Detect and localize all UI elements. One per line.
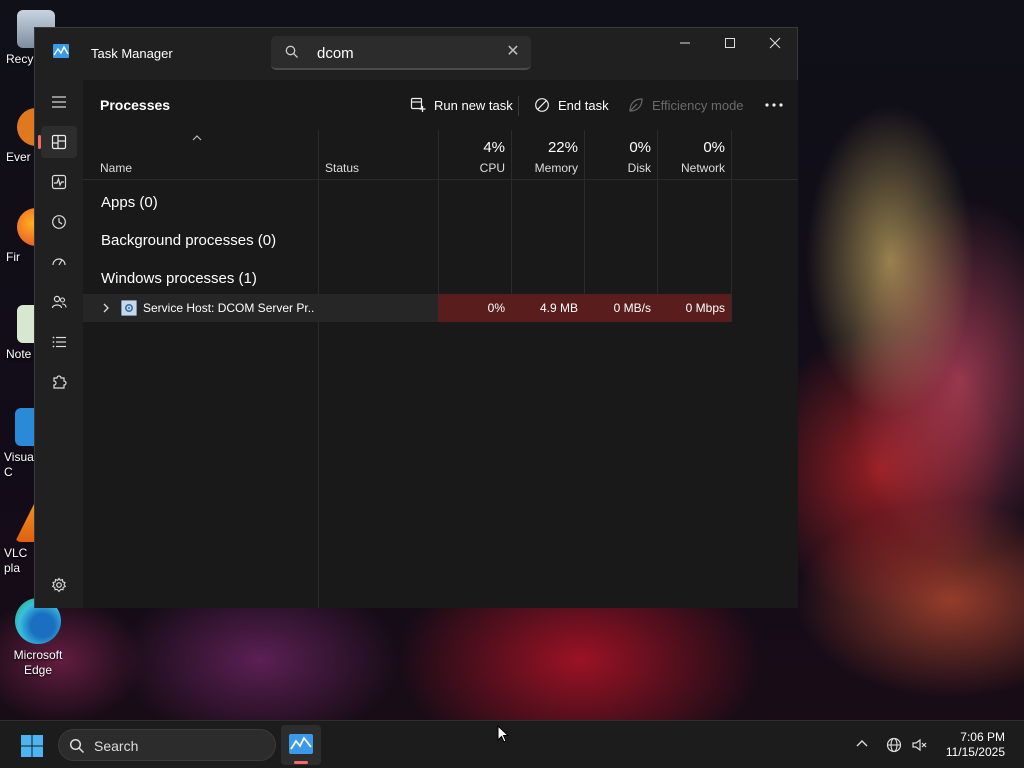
nav-app-history[interactable] [41,206,77,238]
more-horizontal-icon [765,103,783,107]
network-column-label: Network [680,161,725,175]
efficiency-mode-label: Efficiency mode [652,97,744,113]
volume-muted-icon[interactable] [911,737,927,753]
nav-startup-apps[interactable] [41,246,77,278]
taskbar-search-label: Search [94,738,139,754]
process-table: Name Status 4% CPU 22% Memory 0% Disk 0%… [83,130,798,608]
disk-column-label: Disk [627,161,651,175]
disk-usage-percent: 0% [629,139,651,156]
page-title: Processes [100,97,171,113]
processes-page: Processes Run new task End task Efficien… [83,80,798,608]
close-icon [769,37,781,49]
process-network: 0 Mbps [685,301,725,315]
history-icon [52,215,66,229]
group-header-windows: Windows processes (1) [101,270,257,287]
process-memory: 4.9 MB [539,301,578,315]
table-header: Name Status 4% CPU 22% Memory 0% Disk 0%… [83,130,798,180]
taskbar-task-manager[interactable] [281,725,321,765]
more-options-button[interactable] [761,94,787,116]
taskbar: Search 7:06 PM 11/15/2025 [0,720,1024,768]
column-header-status[interactable]: Status [325,161,359,175]
search-icon [69,738,85,754]
search-box[interactable]: ✕ [271,36,531,70]
start-button[interactable] [20,734,44,758]
details-list-icon [52,336,66,348]
efficiency-leaf-icon [629,98,643,112]
maximize-icon [725,38,735,48]
command-bar: Processes Run new task End task Efficien… [83,80,798,130]
process-disk: 0 MB/s [613,301,651,315]
clear-search-icon[interactable]: ✕ [505,44,521,60]
nav-performance[interactable] [41,166,77,198]
processes-icon [51,134,67,150]
settings-button[interactable] [51,577,67,598]
nav-details[interactable] [41,326,77,358]
window-title: Task Manager [91,46,173,61]
gear-icon [51,577,67,593]
service-host-icon [121,300,137,316]
run-new-task-button[interactable]: Run new task [410,95,513,115]
efficiency-mode-button[interactable]: Efficiency mode [628,95,744,115]
desktop-icon-edge[interactable]: Microsoft Edge [8,598,68,678]
task-manager-logo-icon [53,44,69,58]
services-puzzle-icon [53,375,67,389]
column-header-name[interactable]: Name [100,161,132,175]
table-row[interactable]: Service Host: DCOM Server Pr... 0% 4.9 M… [83,294,731,322]
cpu-usage-percent: 4% [483,139,505,156]
memory-column-label: Memory [534,161,578,175]
end-task-button[interactable]: End task [534,95,609,115]
minimize-icon [680,42,690,44]
clock-time: 7:06 PM [960,730,1005,744]
command-divider [518,96,519,116]
users-icon [51,295,67,309]
taskbar-search[interactable]: Search [58,729,276,761]
run-new-task-icon [410,97,426,112]
nav-processes[interactable] [38,126,77,158]
search-icon [285,45,298,58]
column-divider [318,130,319,608]
running-indicator [294,761,308,764]
memory-usage-percent: 22% [547,139,578,156]
performance-icon [51,174,67,190]
group-header-apps: Apps (0) [101,194,158,211]
cpu-column-label: CPU [479,161,505,175]
network-usage-percent: 0% [703,139,725,156]
process-name: Service Host: DCOM Server Pr... [143,301,315,315]
nav-services[interactable] [41,366,77,398]
network-globe-icon[interactable] [886,737,902,753]
column-header-disk[interactable]: 0% Disk [584,130,657,180]
hamburger-menu-button[interactable] [41,86,77,118]
startup-gauge-icon [52,258,66,266]
task-manager-icon [289,734,313,754]
run-new-task-label: Run new task [434,97,513,113]
group-header-background: Background processes (0) [101,232,277,249]
navigation-rail [35,80,83,608]
nav-users[interactable] [41,286,77,318]
sort-ascending-icon [192,135,202,141]
task-manager-window: Task Manager ✕ [34,27,798,608]
end-task-label: End task [558,97,609,113]
maximize-button[interactable] [707,28,753,60]
clock[interactable]: 7:06 PM 11/15/2025 [946,730,1005,760]
column-header-memory[interactable]: 22% Memory [511,130,584,180]
end-task-icon [535,98,549,112]
clock-date: 11/15/2025 [945,745,1005,759]
title-bar[interactable]: Task Manager ✕ [35,28,797,80]
mouse-cursor-icon [497,725,509,743]
minimize-button[interactable] [662,28,708,60]
close-button[interactable] [752,28,798,60]
process-cpu: 0% [487,301,505,315]
column-header-cpu[interactable]: 4% CPU [438,130,511,180]
search-input[interactable] [317,43,497,63]
chevron-right-icon[interactable] [101,302,111,314]
hamburger-icon [52,96,66,108]
chevron-up-icon[interactable] [855,737,869,751]
column-header-network[interactable]: 0% Network [657,130,731,180]
desktop-icon-label: Microsoft Edge [13,648,63,677]
